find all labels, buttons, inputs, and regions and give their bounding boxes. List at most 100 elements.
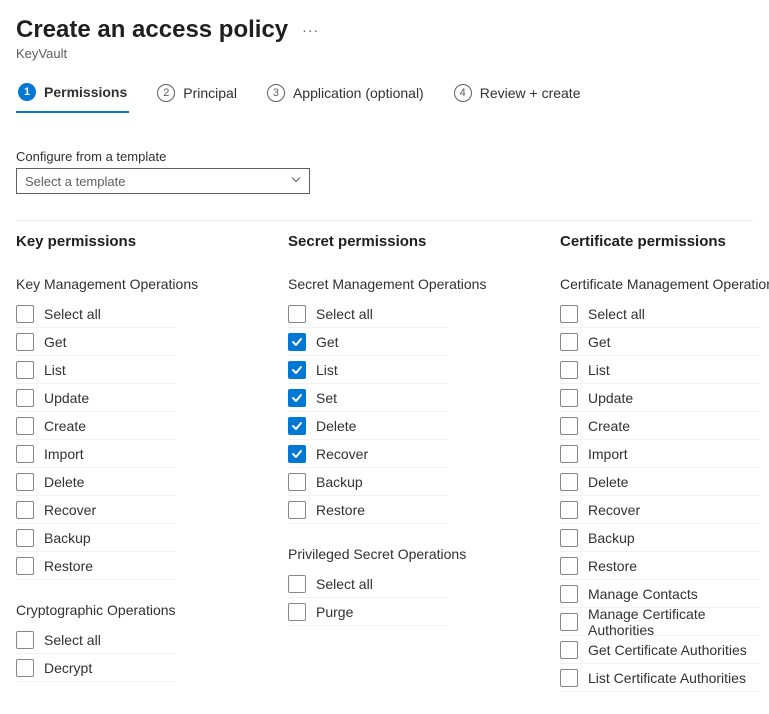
- permission-label: Create: [44, 418, 86, 434]
- page-title: Create an access policy: [16, 16, 288, 44]
- step-number-icon: 1: [18, 83, 36, 101]
- permission-label: Get: [44, 334, 67, 350]
- permission-checkbox[interactable]: [16, 333, 34, 351]
- permission-label: Select all: [316, 576, 373, 592]
- permission-row: Select all: [560, 300, 760, 328]
- permission-label: Delete: [588, 474, 628, 490]
- permission-checkbox[interactable]: [16, 659, 34, 677]
- permission-checkbox[interactable]: [16, 361, 34, 379]
- permission-checkbox[interactable]: [288, 305, 306, 323]
- permission-row: Select all: [16, 626, 176, 654]
- permission-row: Delete: [16, 468, 176, 496]
- group-label: Certificate Management Operations: [560, 276, 769, 292]
- permission-checkbox[interactable]: [560, 501, 578, 519]
- permission-label: Select all: [44, 632, 101, 648]
- group-label: Key Management Operations: [16, 276, 272, 292]
- permission-checkbox[interactable]: [288, 473, 306, 491]
- permission-row: Recover: [288, 440, 448, 468]
- permission-row: Set: [288, 384, 448, 412]
- permission-checkbox[interactable]: [560, 585, 578, 603]
- permission-row: Get Certificate Authorities: [560, 636, 760, 664]
- permission-label: List: [316, 362, 338, 378]
- permission-checkbox[interactable]: [16, 389, 34, 407]
- permissions-column: Certificate permissions Certificate Manag…: [560, 233, 769, 714]
- permission-checkbox[interactable]: [560, 445, 578, 463]
- permission-checkbox[interactable]: [288, 333, 306, 351]
- permission-row: Backup: [288, 468, 448, 496]
- permission-label: Delete: [44, 474, 84, 490]
- permission-row: Restore: [560, 552, 760, 580]
- template-select[interactable]: Select a template: [16, 168, 310, 194]
- permission-checkbox[interactable]: [16, 529, 34, 547]
- permission-checkbox[interactable]: [560, 473, 578, 491]
- permissions-column: Secret permissions Secret Management Oper…: [288, 233, 560, 714]
- permission-label: Get Certificate Authorities: [588, 642, 747, 658]
- permission-checkbox[interactable]: [288, 389, 306, 407]
- tab-application-optional-[interactable]: 3Application (optional): [265, 83, 426, 113]
- permission-checkbox[interactable]: [288, 603, 306, 621]
- permission-row: Create: [16, 412, 176, 440]
- permission-label: Backup: [588, 530, 635, 546]
- permission-checkbox[interactable]: [560, 417, 578, 435]
- permission-row: List: [16, 356, 176, 384]
- permission-checkbox[interactable]: [560, 333, 578, 351]
- permission-row: Backup: [16, 524, 176, 552]
- template-field-label: Configure from a template: [16, 149, 753, 164]
- permission-label: List Certificate Authorities: [588, 670, 746, 686]
- permission-checkbox[interactable]: [560, 361, 578, 379]
- permission-checkbox[interactable]: [560, 557, 578, 575]
- permissions-column: Key permissionsKey Management Operations…: [16, 233, 288, 714]
- permission-checkbox[interactable]: [560, 529, 578, 547]
- permission-label: Recover: [44, 502, 96, 518]
- permission-checkbox[interactable]: [288, 501, 306, 519]
- permission-checkbox[interactable]: [16, 557, 34, 575]
- permission-label: Delete: [316, 418, 356, 434]
- group-label: Privileged Secret Operations: [288, 546, 544, 562]
- permission-checkbox[interactable]: [288, 575, 306, 593]
- permission-checkbox[interactable]: [16, 631, 34, 649]
- group-label: Secret Management Operations: [288, 276, 544, 292]
- column-title: Certificate permissions: [560, 233, 769, 250]
- permission-label: Get: [588, 334, 611, 350]
- permission-label: List: [588, 362, 610, 378]
- permission-checkbox[interactable]: [560, 641, 578, 659]
- permission-row: Import: [16, 440, 176, 468]
- column-title: Secret permissions: [288, 233, 544, 250]
- permission-checkbox[interactable]: [288, 417, 306, 435]
- permission-checkbox[interactable]: [16, 305, 34, 323]
- breadcrumb: KeyVault: [16, 46, 753, 61]
- permission-row: Backup: [560, 524, 760, 552]
- tab-permissions[interactable]: 1Permissions: [16, 83, 129, 113]
- permission-checkbox[interactable]: [560, 389, 578, 407]
- permission-row: List Certificate Authorities: [560, 664, 760, 692]
- tab-review-create[interactable]: 4Review + create: [452, 83, 583, 113]
- permission-checkbox[interactable]: [16, 417, 34, 435]
- permission-checkbox[interactable]: [560, 305, 578, 323]
- step-number-icon: 2: [157, 84, 175, 102]
- permission-checkbox[interactable]: [560, 669, 578, 687]
- permission-row: List: [288, 356, 448, 384]
- permission-label: Import: [588, 446, 628, 462]
- permission-checkbox[interactable]: [16, 445, 34, 463]
- permission-label: Update: [588, 390, 633, 406]
- permission-label: Restore: [316, 502, 365, 518]
- permission-label: Decrypt: [44, 660, 92, 676]
- permission-row: Import: [560, 440, 760, 468]
- permission-checkbox[interactable]: [16, 473, 34, 491]
- permission-checkbox[interactable]: [16, 501, 34, 519]
- permission-row: Purge: [288, 598, 448, 626]
- permission-label: List: [44, 362, 66, 378]
- permission-checkbox[interactable]: [288, 361, 306, 379]
- permission-label: Import: [44, 446, 84, 462]
- permission-row: Select all: [288, 300, 448, 328]
- permission-checkbox[interactable]: [560, 613, 578, 631]
- permission-label: Select all: [316, 306, 373, 322]
- permission-row: Select all: [16, 300, 176, 328]
- permission-checkbox[interactable]: [288, 445, 306, 463]
- permission-label: Select all: [588, 306, 645, 322]
- more-menu-icon[interactable]: ···: [302, 22, 319, 38]
- permission-label: Restore: [44, 558, 93, 574]
- tab-principal[interactable]: 2Principal: [155, 83, 239, 113]
- divider: [16, 220, 753, 221]
- permission-row: Get: [560, 328, 760, 356]
